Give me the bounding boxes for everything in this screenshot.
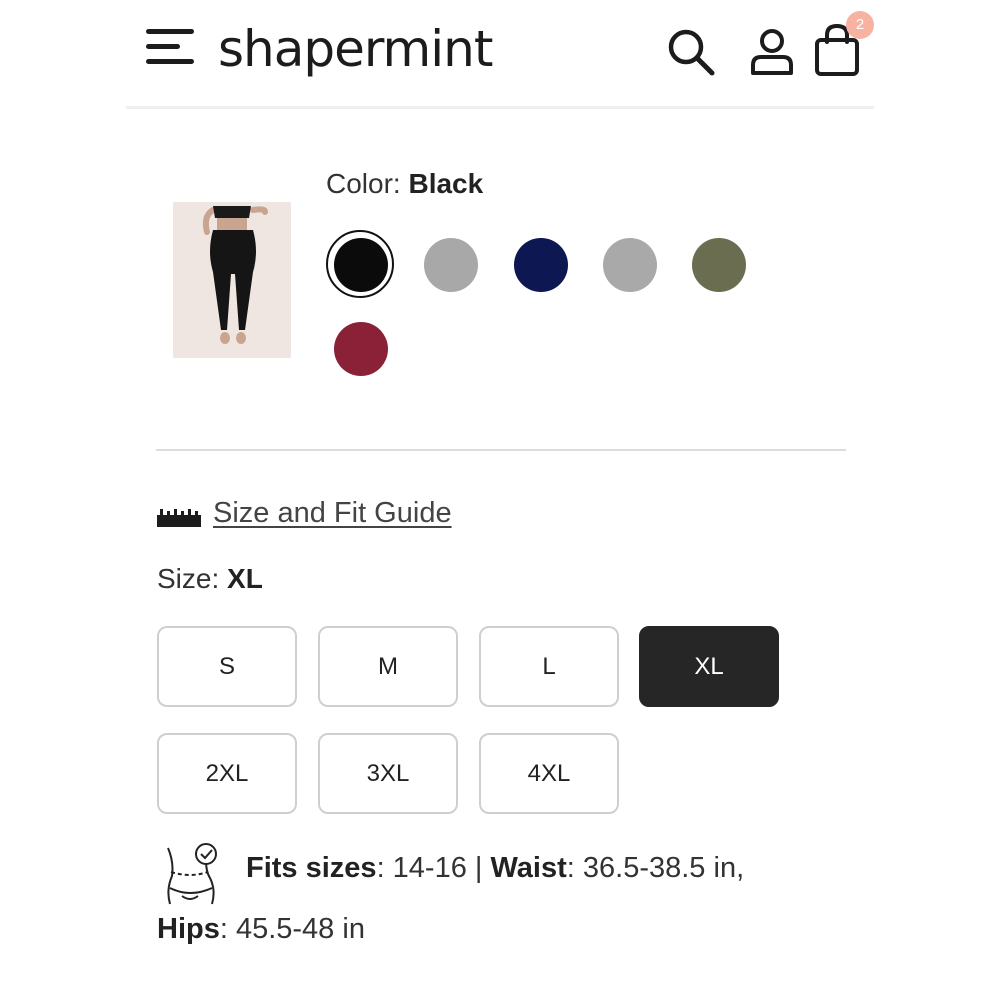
size-button-4xl[interactable]: 4XL [479,733,619,814]
color-swatch-olive[interactable] [692,238,746,292]
fits-sizes-label: Fits sizes [246,852,377,884]
color-swatch-black[interactable] [334,238,388,292]
color-label-text: Color: [326,168,401,199]
ruler-icon [157,509,201,527]
body-measure-icon [160,842,222,910]
color-label: Color: Black [326,168,483,200]
waist-label: Waist [490,852,567,884]
selected-color-name: Black [408,168,484,199]
waist-value: : 36.5-38.5 in, [566,852,745,884]
section-divider [156,449,846,451]
color-swatch-burgundy[interactable] [334,322,388,376]
size-label: Size: XL [157,563,263,595]
hips-label: Hips [157,913,220,945]
size-button-xl[interactable]: XL [639,626,779,707]
color-swatch-gray-2[interactable] [603,238,657,292]
size-button-l[interactable]: L [479,626,619,707]
account-icon[interactable] [748,27,796,77]
cart-count-badge: 2 [846,11,874,39]
shapermint-logo[interactable]: shapermint [218,14,493,84]
fit-info-line: Fits sizes: 14-16 | Waist: 36.5-38.5 in, [246,852,744,885]
size-and-fit-guide-link[interactable]: Size and Fit Guide [213,497,452,530]
size-button-3xl[interactable]: 3XL [318,733,458,814]
color-swatch-navy[interactable] [514,238,568,292]
search-icon[interactable] [666,27,716,77]
selected-size-value: XL [227,563,263,594]
fits-sizes-value: : 14-16 | [376,852,491,884]
size-button-m[interactable]: M [318,626,458,707]
menu-icon[interactable] [146,27,196,67]
header-divider [126,106,874,109]
hips-info-line: Hips: 45.5-48 in [157,913,365,946]
hips-value: : 45.5-48 in [219,913,365,945]
size-button-2xl[interactable]: 2XL [157,733,297,814]
size-label-text: Size: [157,563,220,594]
color-swatch-gray-1[interactable] [424,238,478,292]
logo-text: shapermint [218,20,493,78]
size-button-s[interactable]: S [157,626,297,707]
product-thumbnail[interactable] [173,202,291,358]
